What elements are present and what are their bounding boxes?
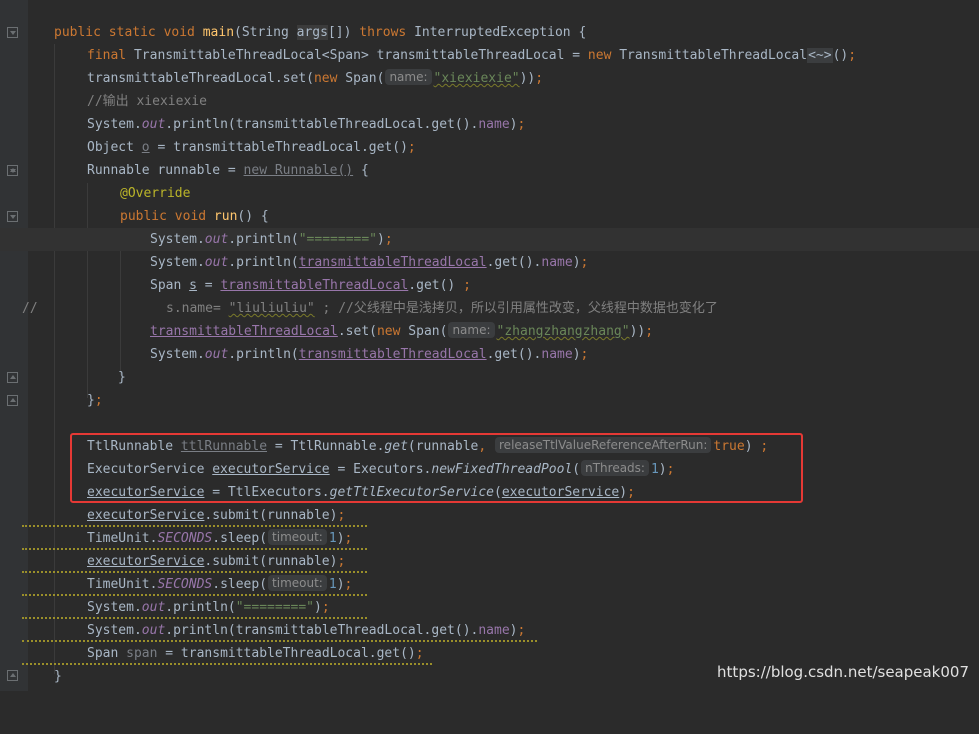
param-hint-name: name: (448, 322, 495, 338)
warning-underline (22, 590, 367, 596)
code-line: } (118, 370, 126, 385)
warning-underline (22, 521, 367, 527)
highlight-box (70, 433, 803, 503)
line-comment-marker: // (22, 301, 38, 316)
code-line: System.out.println(transmittableThreadLo… (150, 347, 589, 362)
warning-underline (22, 613, 367, 619)
string-literal: "xiexiexie" (433, 71, 520, 86)
warning-underline (22, 544, 367, 550)
code-line: public static void main(String args[]) t… (54, 25, 587, 40)
code-line: System.out.println(transmittableThreadLo… (150, 255, 589, 270)
code-line: System.out.println(transmittableThreadLo… (87, 117, 526, 132)
warning-underline (22, 659, 432, 665)
code-line: Span s = transmittableThreadLocal.get() … (150, 278, 471, 293)
code-line: @Override (120, 186, 191, 201)
code-line: public void run() { (120, 209, 269, 224)
code-line: transmittableThreadLocal.set(new Span(na… (150, 322, 654, 339)
code-line-current: System.out.println("========"); (0, 228, 979, 251)
code-line: transmittableThreadLocal.set(new Span(na… (87, 69, 544, 86)
warning-underline (22, 567, 367, 573)
param-hint-timeout: timeout: (268, 529, 327, 545)
string-literal: "========" (298, 232, 378, 247)
code-line: Runnable runnable = new Runnable() { (87, 163, 369, 178)
comment: //父线程中是浅拷贝，所以引用属性改变，父线程中数据也变化了 (338, 301, 718, 316)
comment: //输出 xiexiexie (87, 94, 207, 109)
string-literal: "zhangzhangzhang" (496, 324, 630, 339)
watermark-text: https://blog.csdn.net/seapeak007 (717, 663, 969, 681)
code-line: //输出 xiexiexie (0, 90, 979, 113)
param-hint-name: name: (385, 69, 432, 85)
code-line: }; (87, 393, 103, 408)
code-line: final TransmittableThreadLocal<Span> tra… (87, 48, 857, 63)
code-line: // s.name= "liuliuliu" ; //父线程中是浅拷贝，所以引用… (0, 297, 979, 320)
warning-underline (22, 636, 537, 642)
param-hint-timeout: timeout: (268, 575, 327, 591)
code-line: Object o = transmittableThreadLocal.get(… (87, 140, 416, 155)
